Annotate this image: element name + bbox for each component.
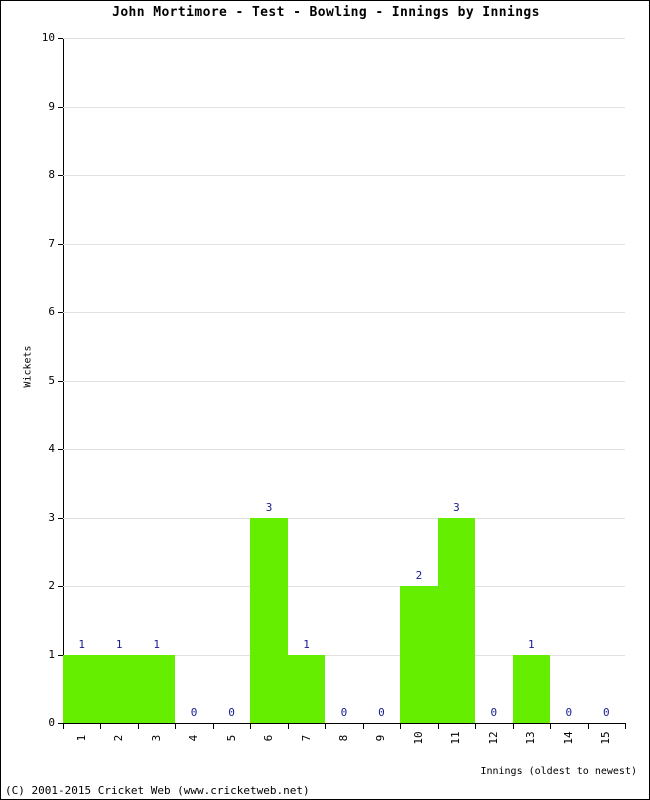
y-tick-label: 6 bbox=[48, 305, 55, 318]
y-tick-label-wrap: 10 bbox=[11, 32, 55, 43]
bar-value-label: 0 bbox=[602, 706, 610, 719]
y-tick-label-wrap: 8 bbox=[11, 169, 55, 180]
x-tick-label: 14 bbox=[561, 731, 575, 745]
x-tick-label: 15 bbox=[599, 731, 613, 745]
x-tick-mark bbox=[100, 724, 102, 729]
chart-title: John Mortimore - Test - Bowling - Inning… bbox=[112, 5, 540, 20]
y-tick-label-wrap: 3 bbox=[11, 512, 55, 523]
x-tick-mark bbox=[512, 724, 514, 729]
y-tick-label: 9 bbox=[48, 99, 55, 113]
x-tick-label: 1 bbox=[74, 734, 88, 742]
x-tick-label: 7 bbox=[299, 734, 313, 742]
x-tick-label: 9 bbox=[374, 734, 388, 742]
y-tick-label: 3 bbox=[48, 510, 55, 524]
x-tick-label: 8 bbox=[337, 734, 350, 742]
x-tick-mark bbox=[175, 724, 177, 729]
x-tick-mark bbox=[625, 724, 626, 729]
x-axis-label: Innings (oldest to newest) bbox=[480, 766, 637, 777]
x-tick-label: 12 bbox=[486, 731, 500, 745]
bar-value-labels: 1 1 1 0 0 3 1 0 0 2 3 0 1 0 0 bbox=[63, 38, 625, 723]
y-tick-label: 5 bbox=[48, 373, 55, 387]
x-tick-mark bbox=[475, 724, 477, 729]
bar-value-label: 0 bbox=[565, 706, 573, 719]
y-tick-label: 1 bbox=[48, 647, 55, 661]
x-tick-mark bbox=[287, 724, 289, 729]
y-tick-label-wrap: 1 bbox=[11, 649, 55, 660]
x-tick-label: 6 bbox=[262, 734, 276, 742]
y-tick-label-wrap: 5 bbox=[11, 375, 55, 386]
x-tick-mark bbox=[437, 724, 439, 729]
y-axis-label: Wickets bbox=[22, 345, 34, 388]
bar-value-label: 0 bbox=[378, 706, 385, 719]
bar-value-label: 1 bbox=[303, 637, 310, 651]
bar-value-label: 0 bbox=[340, 706, 348, 719]
bar-value-label: 1 bbox=[78, 637, 86, 651]
plot-area: 1 1 1 0 0 3 1 0 0 2 3 0 1 0 0 bbox=[63, 38, 625, 723]
x-tick-mark bbox=[362, 724, 364, 729]
y-tick-label: 4 bbox=[48, 442, 55, 455]
chart-page: John Mortimore - Test - Bowling - Inning… bbox=[0, 0, 650, 800]
bar-value-label: 0 bbox=[490, 706, 498, 719]
x-tick-label: 11 bbox=[449, 731, 463, 745]
y-tick-label-wrap: 9 bbox=[11, 101, 55, 112]
x-tick-mark bbox=[325, 724, 327, 729]
x-tick-mark bbox=[250, 724, 252, 729]
y-tick-label-wrap: 2 bbox=[11, 580, 55, 591]
bar-value-label: 1 bbox=[153, 637, 160, 651]
copyright-footer: (C) 2001-2015 Cricket Web (www.cricketwe… bbox=[5, 784, 310, 797]
y-tick-label: 8 bbox=[48, 168, 55, 181]
y-tick-label: 2 bbox=[48, 579, 55, 592]
y-tick-label: 0 bbox=[48, 716, 55, 729]
x-tick-label: 4 bbox=[187, 734, 201, 742]
x-tick-mark bbox=[400, 724, 402, 729]
bar-value-label: 3 bbox=[453, 500, 460, 514]
x-tick-mark bbox=[212, 724, 214, 729]
x-tick-mark bbox=[550, 724, 552, 729]
x-tick-label: 13 bbox=[524, 731, 538, 745]
bar-value-label: 2 bbox=[415, 569, 423, 582]
x-tick-label: 5 bbox=[224, 734, 238, 742]
y-tick-label: 10 bbox=[41, 31, 55, 44]
y-tick-label-wrap: 4 bbox=[11, 443, 55, 454]
x-tick-mark bbox=[63, 724, 64, 729]
bar-value-label: 1 bbox=[528, 637, 535, 651]
bar-value-label: 0 bbox=[228, 706, 235, 719]
x-tick-label: 10 bbox=[411, 731, 425, 745]
y-tick-label-wrap: 0 bbox=[11, 717, 55, 728]
x-tick-label: 2 bbox=[112, 734, 126, 742]
x-tick-label: 3 bbox=[149, 734, 163, 742]
x-tick-mark bbox=[137, 724, 139, 729]
y-tick-label: 7 bbox=[48, 236, 55, 250]
x-tick-mark bbox=[587, 724, 589, 729]
bar-value-label: 3 bbox=[265, 500, 273, 514]
y-tick-label-wrap: 7 bbox=[11, 238, 55, 249]
bar-value-label: 1 bbox=[115, 637, 123, 651]
bar-value-label: 0 bbox=[190, 706, 198, 719]
y-tick-label-wrap: 6 bbox=[11, 306, 55, 317]
